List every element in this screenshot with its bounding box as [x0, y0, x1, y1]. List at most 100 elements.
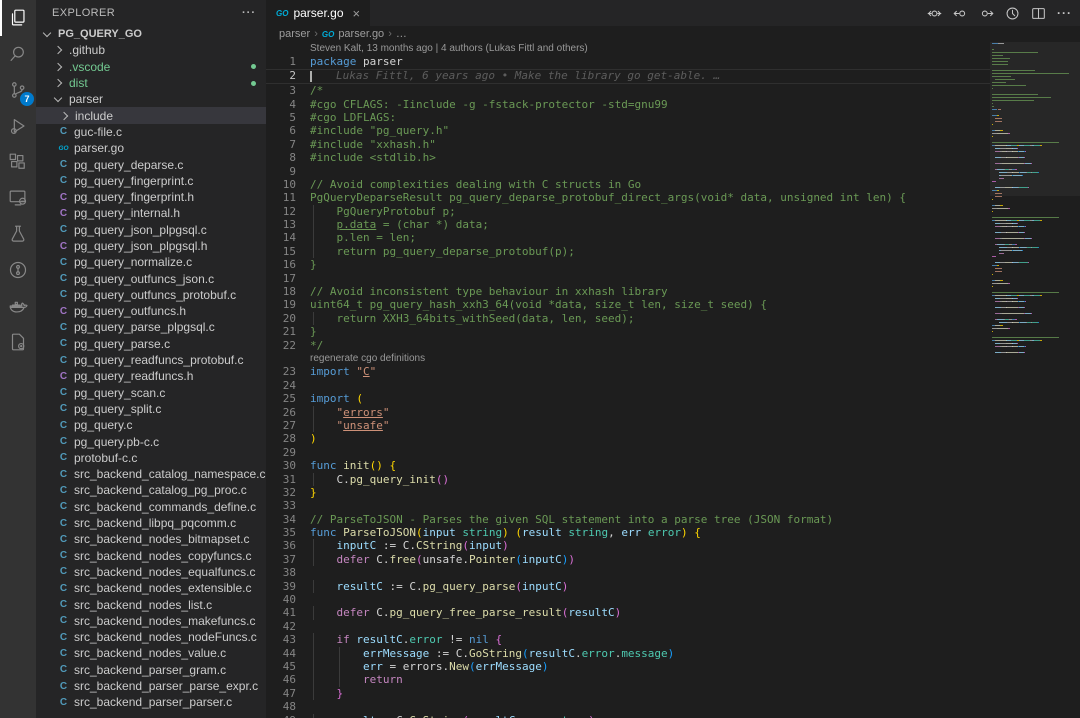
activity-item-docker[interactable] — [0, 288, 36, 324]
tree-file-pg-query-parse-plpgsql-c[interactable]: Cpg_query_parse_plpgsql.c — [36, 319, 266, 335]
code-row[interactable]: 5#cgo LDFLAGS: — [266, 111, 1080, 124]
split-editor-icon[interactable] — [1031, 6, 1046, 21]
activity-item-extensions[interactable] — [0, 144, 36, 180]
tree-file-src-backend-nodes-nodefuncs-c[interactable]: Csrc_backend_nodes_nodeFuncs.c — [36, 629, 266, 645]
explorer-more-actions-icon[interactable]: ··· — [242, 7, 256, 19]
code-row[interactable]: 1package parser — [266, 55, 1080, 68]
breadcrumb-folder[interactable]: parser — [279, 28, 310, 40]
code-row[interactable]: 46 return — [266, 673, 1080, 686]
tree-file-src-backend-parser-parser-c[interactable]: Csrc_backend_parser_parser.c — [36, 694, 266, 710]
tree-folder-pg-query-go[interactable]: PG_QUERY_GO — [36, 26, 266, 42]
tree-file-pg-query-pb-c-c[interactable]: Cpg_query.pb-c.c — [36, 433, 266, 449]
code-row[interactable]: 14 p.len = len; — [266, 231, 1080, 244]
code-row[interactable]: 29 — [266, 446, 1080, 459]
tree-file-pg-query-readfuncs-protobuf-c[interactable]: Cpg_query_readfuncs_protobuf.c — [36, 352, 266, 368]
tree-folder-parser[interactable]: parser — [36, 91, 266, 107]
code-row[interactable]: 18// Avoid inconsistent type behaviour i… — [266, 285, 1080, 298]
tree-file-src-backend-nodes-equalfuncs-c[interactable]: Csrc_backend_nodes_equalfuncs.c — [36, 564, 266, 580]
code-row[interactable]: 40 — [266, 593, 1080, 606]
minimap[interactable] — [990, 42, 1080, 718]
tree-file-pg-query-outfuncs-protobuf-c[interactable]: Cpg_query_outfuncs_protobuf.c — [36, 287, 266, 303]
tree-file-src-backend-nodes-list-c[interactable]: Csrc_backend_nodes_list.c — [36, 596, 266, 612]
tree-file-src-backend-nodes-makefuncs-c[interactable]: Csrc_backend_nodes_makefuncs.c — [36, 613, 266, 629]
code-row[interactable]: 37 defer C.free(unsafe.Pointer(inputC)) — [266, 553, 1080, 566]
more-actions-icon[interactable]: ··· — [1057, 6, 1072, 20]
activity-item-file-settings[interactable] — [0, 324, 36, 360]
tree-folder-dist[interactable]: dist — [36, 75, 266, 91]
code-row[interactable]: 33 — [266, 499, 1080, 512]
code-row[interactable]: 35func ParseToJSON(input string) (result… — [266, 526, 1080, 539]
code-row[interactable]: 21} — [266, 325, 1080, 338]
code-row[interactable]: 6#include "pg_query.h" — [266, 124, 1080, 137]
code-row[interactable]: 42 — [266, 620, 1080, 633]
activity-item-source-control[interactable]: 7 — [0, 72, 36, 108]
code-row[interactable]: 3/* — [266, 84, 1080, 97]
tree-file-pg-query-split-c[interactable]: Cpg_query_split.c — [36, 401, 266, 417]
code-row[interactable]: 7#include "xxhash.h" — [266, 138, 1080, 151]
tree-file-src-backend-libpq-pqcomm-c[interactable]: Csrc_backend_libpq_pqcomm.c — [36, 515, 266, 531]
code-row[interactable]: 44 errMessage := C.GoString(resultC.erro… — [266, 647, 1080, 660]
code-row[interactable]: 49 result = C.GoString(resultC.parse_tre… — [266, 714, 1080, 718]
code-row[interactable]: 15 return pg_query_deparse_protobuf(p); — [266, 245, 1080, 258]
activity-item-run-and-debug[interactable] — [0, 108, 36, 144]
code-row[interactable]: 28) — [266, 432, 1080, 445]
tree-file-src-backend-parser-parse-expr-c[interactable]: Csrc_backend_parser_parse_expr.c — [36, 678, 266, 694]
file-history-icon[interactable] — [1005, 6, 1020, 21]
tree-file-src-backend-parser-gram-c[interactable]: Csrc_backend_parser_gram.c — [36, 662, 266, 678]
activity-item-remote-explorer[interactable] — [0, 180, 36, 216]
activity-item-search[interactable] — [0, 36, 36, 72]
code-row[interactable]: 27 "unsafe" — [266, 419, 1080, 432]
code-row[interactable]: 19uint64_t pg_query_hash_xxh3_64(void *d… — [266, 298, 1080, 311]
code-row[interactable]: 43 if resultC.error != nil { — [266, 633, 1080, 646]
code-row[interactable]: 45 err = errors.New(errMessage) — [266, 660, 1080, 673]
code-row[interactable]: 22*/ — [266, 339, 1080, 352]
tree-file-protobuf-c-c[interactable]: Cprotobuf-c.c — [36, 450, 266, 466]
codelens-row[interactable]: regenerate cgo definitions — [266, 352, 1080, 365]
code-row[interactable]: 30func init() { — [266, 459, 1080, 472]
code-row[interactable]: 8#include <stdlib.h> — [266, 151, 1080, 164]
tree-folder-include[interactable]: include — [36, 107, 266, 123]
code-row[interactable]: 4#cgo CFLAGS: -Iinclude -g -fstack-prote… — [266, 98, 1080, 111]
code-row[interactable]: 34// ParseToJSON - Parses the given SQL … — [266, 513, 1080, 526]
code-row[interactable]: 26 "errors" — [266, 406, 1080, 419]
tab-close-icon[interactable]: × — [353, 6, 361, 21]
code-row[interactable]: 31 C.pg_query_init() — [266, 473, 1080, 486]
code-row[interactable]: 36 inputC := C.CString(input) — [266, 539, 1080, 552]
open-changes-icon[interactable] — [927, 6, 942, 21]
code-row[interactable]: 48 — [266, 700, 1080, 713]
tree-file-guc-file-c[interactable]: Cguc-file.c — [36, 124, 266, 140]
code-row[interactable]: 10// Avoid complexities dealing with C s… — [266, 178, 1080, 191]
tree-file-pg-query-parse-c[interactable]: Cpg_query_parse.c — [36, 336, 266, 352]
tree-file-src-backend-commands-define-c[interactable]: Csrc_backend_commands_define.c — [36, 499, 266, 515]
tree-file-pg-query-fingerprint-h[interactable]: Cpg_query_fingerprint.h — [36, 189, 266, 205]
code-row[interactable]: 11PgQueryDeparseResult pg_query_deparse_… — [266, 191, 1080, 204]
tree-file-pg-query-internal-h[interactable]: Cpg_query_internal.h — [36, 205, 266, 221]
next-change-icon[interactable] — [979, 6, 994, 21]
code-row[interactable]: 2Lukas Fittl, 6 years ago • Make the lib… — [266, 69, 1080, 84]
tree-file-src-backend-catalog-namespace-c[interactable]: Csrc_backend_catalog_namespace.c — [36, 466, 266, 482]
code-row[interactable]: 24 — [266, 379, 1080, 392]
tree-file-pg-query-json-plpgsql-c[interactable]: Cpg_query_json_plpgsql.c — [36, 222, 266, 238]
activity-item-explorer[interactable] — [0, 0, 36, 36]
codelens-row[interactable]: Steven Kalt, 13 months ago | 4 authors (… — [266, 42, 1080, 55]
tree-file-src-backend-nodes-value-c[interactable]: Csrc_backend_nodes_value.c — [36, 645, 266, 661]
activity-item-gitlens[interactable] — [0, 252, 36, 288]
tree-file-pg-query-json-plpgsql-h[interactable]: Cpg_query_json_plpgsql.h — [36, 238, 266, 254]
code-row[interactable]: 13 p.data = (char *) data; — [266, 218, 1080, 231]
tree-folder--vscode[interactable]: .vscode — [36, 59, 266, 75]
codelens-text[interactable]: regenerate cgo definitions — [310, 352, 1080, 365]
code-editor[interactable]: Steven Kalt, 13 months ago | 4 authors (… — [266, 42, 1080, 718]
tree-folder--github[interactable]: .github — [36, 42, 266, 58]
code-row[interactable]: 23import "C" — [266, 365, 1080, 378]
code-row[interactable]: 41 defer C.pg_query_free_parse_result(re… — [266, 606, 1080, 619]
tab-parser-go[interactable]: GO parser.go × — [266, 0, 370, 26]
code-row[interactable]: 25import ( — [266, 392, 1080, 405]
activity-item-testing[interactable] — [0, 216, 36, 252]
tree-file-pg-query-outfuncs-h[interactable]: Cpg_query_outfuncs.h — [36, 303, 266, 319]
tree-file-parser-go[interactable]: GOparser.go — [36, 140, 266, 156]
tree-file-pg-query-fingerprint-c[interactable]: Cpg_query_fingerprint.c — [36, 173, 266, 189]
breadcrumb-file[interactable]: parser.go — [338, 28, 384, 40]
tree-file-src-backend-nodes-copyfuncs-c[interactable]: Csrc_backend_nodes_copyfuncs.c — [36, 548, 266, 564]
code-row[interactable]: 20 return XXH3_64bits_withSeed(data, len… — [266, 312, 1080, 325]
code-row[interactable]: 32} — [266, 486, 1080, 499]
